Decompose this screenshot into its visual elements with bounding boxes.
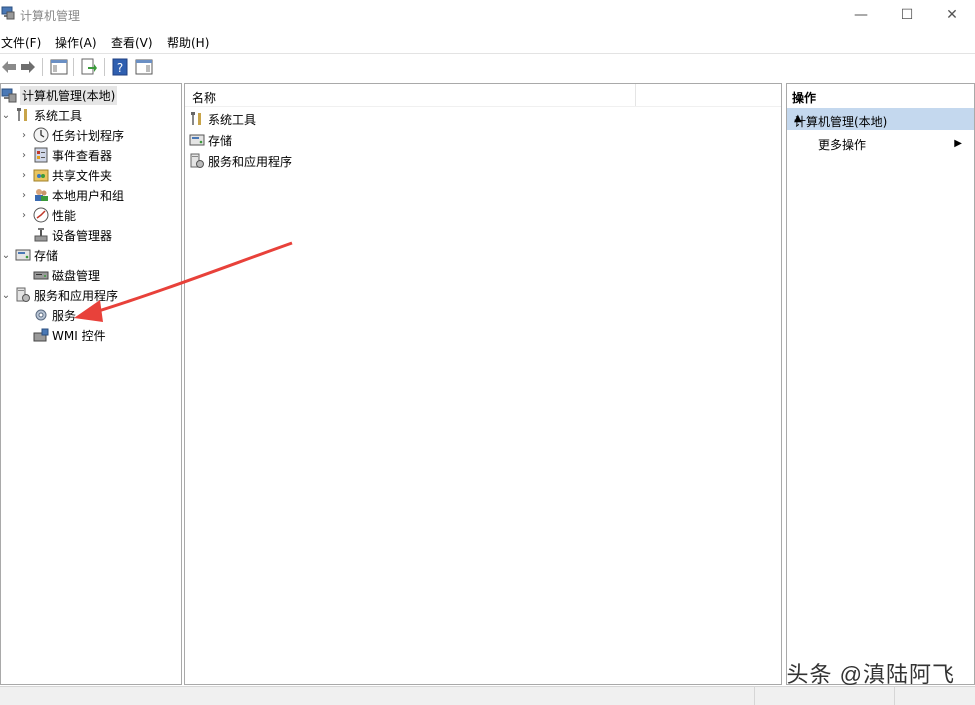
wmi-icon [33, 328, 49, 342]
tree-node-root[interactable]: 计算机管理(本地) [1, 85, 118, 105]
more-actions-item[interactable]: 更多操作 ▶ [818, 136, 968, 154]
tree-label: 磁盘管理 [52, 268, 101, 283]
list-item-services-apps[interactable]: 服务和应用程序 [189, 151, 292, 171]
chevron-right-icon[interactable]: › [19, 185, 29, 205]
tree-label: 系统工具 [34, 108, 83, 123]
toolbar: ? [0, 53, 975, 80]
services-apps-icon [16, 287, 30, 302]
device-manager-icon [34, 228, 48, 242]
chevron-down-icon[interactable]: ⌄ [1, 105, 11, 125]
export-list-icon[interactable] [80, 58, 98, 76]
watermark: 头条 @滇陆阿飞 [786, 662, 955, 687]
tree-node-services[interactable]: 服务 [33, 305, 76, 325]
chevron-right-icon[interactable]: › [19, 205, 29, 225]
menu-view[interactable]: 查看(V) [111, 34, 153, 51]
services-apps-icon [190, 153, 204, 168]
menu-bar: 文件(F) 操作(A) 查看(V) 帮助(H) [0, 31, 975, 52]
list-item-label: 服务和应用程序 [208, 154, 293, 169]
tree-node-event-viewer[interactable]: › 事件查看器 [19, 145, 112, 165]
shared-folder-icon [33, 169, 49, 182]
tree-label: 存储 [34, 248, 59, 263]
status-divider [754, 687, 755, 705]
disk-icon [33, 271, 49, 280]
close-button[interactable]: ✕ [929, 0, 975, 30]
back-arrow-icon[interactable] [0, 58, 18, 76]
tree-label: 事件查看器 [52, 148, 113, 163]
tree-node-services-apps[interactable]: ⌄ 服务和应用程序 [1, 285, 118, 305]
event-viewer-icon [34, 147, 48, 163]
column-divider[interactable] [635, 84, 636, 106]
users-icon [35, 189, 48, 201]
tree-node-local-users[interactable]: › 本地用户和组 [19, 185, 124, 205]
tree-label: 计算机管理(本地) [20, 85, 118, 105]
window-title: 计算机管理 [20, 9, 81, 23]
toolbar-separator [104, 58, 105, 76]
column-name-label: 名称 [192, 91, 217, 105]
show-hide-console-tree-icon[interactable] [50, 58, 68, 76]
tree-label: 本地用户和组 [52, 188, 125, 203]
tree-label: 性能 [52, 208, 77, 223]
tree-label: WMI 控件 [52, 328, 106, 343]
chevron-right-icon[interactable]: › [19, 125, 29, 145]
actions-title-label: 操作 [792, 91, 817, 105]
toolbar-separator [73, 58, 74, 76]
storage-icon [15, 249, 31, 261]
toolbar-separator [42, 58, 43, 76]
list-item-system-tools[interactable]: 系统工具 [189, 109, 256, 129]
status-divider [894, 687, 895, 705]
maximize-button[interactable]: ☐ [884, 0, 930, 30]
chevron-right-icon[interactable]: › [19, 165, 29, 185]
clock-icon [33, 127, 49, 143]
tree-node-disk-management[interactable]: 磁盘管理 [33, 265, 100, 285]
menu-help[interactable]: 帮助(H) [167, 34, 209, 51]
chevron-right-icon[interactable]: › [19, 145, 29, 165]
menu-file[interactable]: 文件(F) [1, 34, 41, 51]
tree-node-performance[interactable]: › 性能 [19, 205, 76, 225]
minimize-button[interactable]: — [838, 0, 884, 30]
menu-action[interactable]: 操作(A) [55, 34, 97, 51]
collapse-up-icon[interactable]: ▲ [794, 113, 968, 124]
title-bar: 计算机管理 — ☐ ✕ [0, 0, 975, 30]
more-actions-label: 更多操作 [818, 138, 867, 152]
list-item-label: 存储 [208, 133, 233, 148]
submenu-arrow-icon: ▶ [954, 138, 962, 149]
tree-node-shared-folders[interactable]: › 共享文件夹 [19, 165, 112, 185]
tree-label: 任务计划程序 [52, 128, 125, 143]
show-hide-action-pane-icon[interactable] [135, 58, 153, 76]
tree-label: 设备管理器 [52, 228, 113, 243]
svg-text:?: ? [117, 61, 123, 75]
computer-management-icon [1, 88, 17, 103]
console-tree-pane: 计算机管理(本地) ⌄ 系统工具 › 任务计划程序 › 事件查看器 › 共享文件… [0, 83, 182, 685]
forward-arrow-icon[interactable] [19, 58, 37, 76]
chevron-down-icon[interactable]: ⌄ [1, 285, 11, 305]
performance-icon [33, 207, 49, 223]
gear-icon [35, 309, 47, 321]
actions-title: 操作 [787, 84, 974, 106]
list-item-label: 系统工具 [208, 112, 257, 127]
tree-node-wmi[interactable]: WMI 控件 [33, 325, 106, 345]
chevron-down-icon[interactable]: ⌄ [1, 245, 11, 265]
help-icon[interactable]: ? [111, 58, 129, 76]
content-pane: 名称 系统工具 存储 服务和应用程序 [184, 83, 782, 685]
actions-pane: 操作 计算机管理(本地) ▲ 更多操作 ▶ [786, 83, 975, 685]
storage-icon [189, 134, 205, 146]
tree-node-storage[interactable]: ⌄ 存储 [1, 245, 58, 265]
column-header[interactable]: 名称 [185, 84, 781, 107]
tree-node-system-tools[interactable]: ⌄ 系统工具 [1, 105, 82, 125]
action-group-header[interactable]: 计算机管理(本地) ▲ [787, 108, 974, 130]
tree-node-task-scheduler[interactable]: › 任务计划程序 [19, 125, 124, 145]
computer-management-icon [1, 6, 15, 20]
tools-icon [191, 112, 201, 125]
tree-label: 共享文件夹 [52, 168, 113, 183]
tree-label: 服务 [52, 308, 77, 323]
list-item-storage[interactable]: 存储 [189, 130, 232, 150]
tools-icon [17, 108, 27, 121]
tree-label: 服务和应用程序 [34, 288, 119, 303]
tree-node-device-manager[interactable]: 设备管理器 [33, 225, 112, 245]
